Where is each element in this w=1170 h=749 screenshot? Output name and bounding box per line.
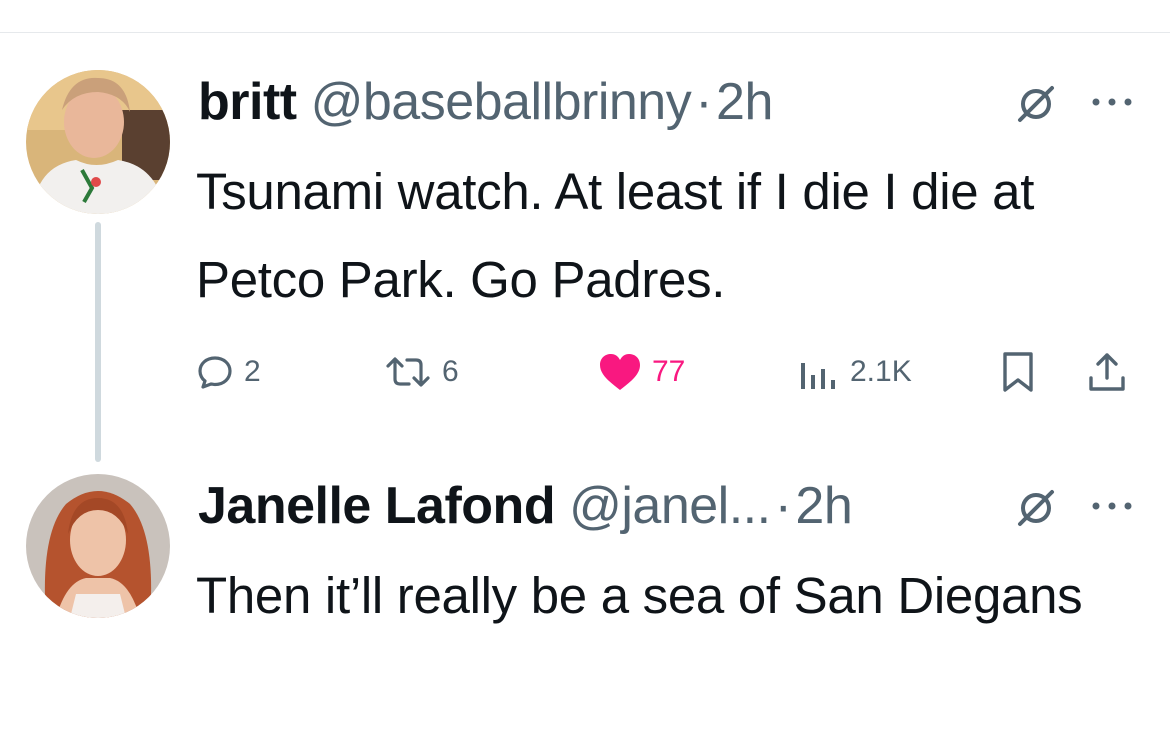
more-dots-icon[interactable] — [1088, 92, 1136, 112]
timestamp[interactable]: 2h — [716, 72, 773, 132]
like-count: 77 — [652, 355, 686, 388]
separator-dot: · — [695, 73, 713, 131]
grok-slash-circle-icon[interactable] — [1014, 82, 1058, 126]
repost-button[interactable]: 6 — [384, 342, 459, 402]
heart-icon — [600, 354, 640, 390]
top-divider — [0, 32, 1170, 33]
tweet-text: Then it’ll really be a sea of San Diegan… — [196, 567, 1083, 624]
tweet-header: britt @baseballbrinny · 2h — [198, 72, 773, 132]
views-button[interactable]: 2.1K — [796, 342, 912, 402]
user-handle[interactable]: @baseballbrinny — [311, 72, 692, 132]
tweet-header: Janelle Lafond @janel... · 2h — [198, 476, 853, 536]
timestamp[interactable]: 2h — [795, 476, 852, 536]
share-upload-icon — [1089, 353, 1125, 391]
avatar[interactable] — [26, 474, 170, 618]
avatar[interactable] — [26, 70, 170, 214]
bookmark-icon — [1003, 352, 1033, 392]
grok-slash-circle-icon[interactable] — [1014, 486, 1058, 530]
action-bar: 2 6 77 2.1K — [0, 342, 1170, 402]
repost-arrows-icon — [386, 357, 430, 387]
display-name[interactable]: britt — [198, 72, 297, 132]
reply-button[interactable]: 2 — [196, 342, 261, 402]
reply-count: 2 — [244, 355, 261, 388]
like-button[interactable]: 77 — [598, 342, 685, 402]
more-dots-icon[interactable] — [1088, 496, 1136, 516]
separator-dot: · — [774, 477, 792, 535]
tweet-text: Tsunami watch. At least if I die I die a… — [196, 163, 1035, 308]
repost-count: 6 — [442, 355, 459, 388]
display-name[interactable]: Janelle Lafond — [198, 476, 556, 536]
speech-bubble-icon — [198, 356, 232, 389]
bar-chart-icon — [801, 363, 835, 389]
user-handle[interactable]: @janel... — [569, 476, 771, 536]
views-count: 2.1K — [850, 355, 912, 388]
share-button[interactable] — [1086, 342, 1128, 402]
bookmark-button[interactable] — [1000, 342, 1036, 402]
